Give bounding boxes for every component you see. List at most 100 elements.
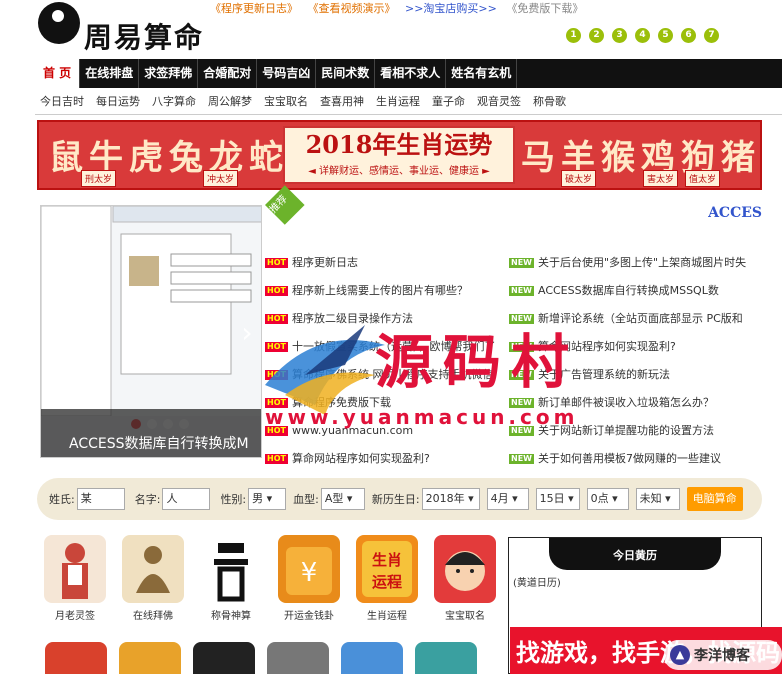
news-title: 新订单邮件被误收入垃圾箱怎么办？ xyxy=(537,396,714,409)
subnav-item[interactable]: 查喜用神 xyxy=(320,88,364,114)
news-item[interactable]: NEW 关于广告管理系统的新玩法 xyxy=(509,361,753,389)
news-item[interactable]: NEW 算命网站程序如何实现盈利? xyxy=(509,333,753,361)
surname-input[interactable]: 某 xyxy=(76,488,125,510)
news-item[interactable]: NEW 关于如何善用模板7做网赚的一些建议 xyxy=(509,445,753,473)
app-icon-partial[interactable] xyxy=(45,642,107,674)
news-title: 十一放假宣买系统（运营），欧博帮我们了 xyxy=(291,340,496,353)
subnav-item[interactable]: 周公解梦 xyxy=(208,88,252,114)
new-badge: NEW xyxy=(509,314,534,324)
news-item[interactable]: HOT 程序更新日志 xyxy=(265,249,509,277)
subnav-item[interactable]: 宝宝取名 xyxy=(264,88,308,114)
unknown-select[interactable]: 未知 ▾ xyxy=(635,488,680,510)
number-dot[interactable]: 2 xyxy=(589,28,604,43)
subnav-item[interactable]: 称骨歌 xyxy=(533,88,566,114)
app-pray[interactable]: 在线拜佛 xyxy=(120,535,186,622)
subnav-item[interactable]: 童子命 xyxy=(432,88,465,114)
nav-item-prayer[interactable]: 求签拜佛 xyxy=(139,59,199,88)
banner-tag: 值太岁 xyxy=(685,170,721,187)
subnav-item[interactable]: 观音灵签 xyxy=(477,88,521,114)
news-item[interactable]: NEW 关于网站新订单提醒功能的设置方法 xyxy=(509,417,753,445)
slider-prev-button[interactable]: ‹ xyxy=(45,316,65,350)
app-bone-weight[interactable]: 称骨神算 xyxy=(198,535,264,622)
nav-item-online-chart[interactable]: 在线排盘 xyxy=(80,59,140,88)
news-item[interactable]: HOT 算命网站程序如何实现盈利? xyxy=(265,445,509,473)
slider-caption[interactable]: ACCESS数据库自行转换成M xyxy=(41,409,261,457)
logo-text: 周易算命 xyxy=(84,21,205,54)
blog-name: 李洋博客 xyxy=(694,648,750,664)
app-icon-partial[interactable] xyxy=(193,642,255,674)
news-panel: 推荐 ACCES HOT 程序更新日志 HOT 程序新上线需要上传的图片有哪些？ H… xyxy=(265,185,762,465)
news-item[interactable]: HOT www.yuanmacun.com xyxy=(265,417,509,445)
news-title: 关于广告管理系统的新玩法 xyxy=(537,368,670,381)
month-select[interactable]: 4月 ▾ xyxy=(486,488,529,510)
subnav-item[interactable]: 八字算命 xyxy=(152,88,196,114)
news-item[interactable]: NEW 新增评论系统（全站页面底部显示 PC版和 xyxy=(509,305,753,333)
app-coin-divination[interactable]: ¥ 开运金钱卦 xyxy=(276,535,342,622)
number-dot[interactable]: 4 xyxy=(635,28,650,43)
svg-text:生肖: 生肖 xyxy=(372,551,402,569)
news-item[interactable]: NEW 关于后台使用"多图上传"上架商城图片时失 xyxy=(509,249,753,277)
subnav-item[interactable]: 生肖运程 xyxy=(376,88,420,114)
app-baby-name[interactable]: 宝宝取名 xyxy=(432,535,498,622)
news-item[interactable]: NEW ACCESS数据库自行转换成MSSQL数 xyxy=(509,277,753,305)
app-icon-partial[interactable] xyxy=(267,642,329,674)
number-dot[interactable]: 7 xyxy=(704,28,719,43)
top-links: 《程序更新日志》 《查看视频演示》 >>淘宝店购买>> 《免费版下载》 xyxy=(210,0,589,16)
name-input[interactable]: 人 xyxy=(162,488,211,510)
news-item[interactable]: HOT 程序新上线需要上传的图片有哪些？ xyxy=(265,277,509,305)
nav-item-face-reading[interactable]: 看相不求人 xyxy=(375,59,447,88)
ribbon-label: 推荐 xyxy=(267,193,290,216)
year-select[interactable]: 2018年 ▾ xyxy=(421,488,480,510)
buddha-icon xyxy=(122,535,184,603)
number-dot[interactable]: 1 xyxy=(566,28,581,43)
number-dot[interactable]: 3 xyxy=(612,28,627,43)
news-item[interactable]: HOT 算命程序佛系统 网页小程序支持手机微信 xyxy=(265,361,509,389)
news-item[interactable]: HOT 算命程序免费版下载 xyxy=(265,389,509,417)
site-logo[interactable]: 周易算命 xyxy=(38,2,208,54)
slider-next-button[interactable]: › xyxy=(237,316,257,350)
svg-text:运程: 运程 xyxy=(372,573,402,591)
nav-item-number-luck[interactable]: 号码吉凶 xyxy=(257,59,317,88)
new-badge: NEW xyxy=(509,342,534,352)
hour-select[interactable]: 0点 ▾ xyxy=(586,488,629,510)
almanac-text: (黄道日历) xyxy=(513,578,561,589)
nav-item-folk-arts[interactable]: 民间术数 xyxy=(316,59,376,88)
nav-item-marriage-match[interactable]: 合婚配对 xyxy=(198,59,258,88)
nav-item-name-analysis[interactable]: 姓名有玄机 xyxy=(446,59,518,88)
zodiac-banner[interactable]: 鼠牛虎兔龙蛇 2018年生肖运势 ◄ 详解财运、感情运、事业运、健康运 ► 马羊… xyxy=(37,120,762,190)
news-item[interactable]: HOT 十一放假宣买系统（运营），欧博帮我们了 xyxy=(265,333,509,361)
top-link-video-demo[interactable]: 《查看视频演示》 xyxy=(308,2,396,15)
gender-select[interactable]: 男 ▾ xyxy=(248,488,287,510)
blog-badge[interactable]: ▲ 李洋博客 xyxy=(664,640,782,670)
new-badge: NEW xyxy=(509,258,534,268)
news-title: 算命网站程序如何实现盈利? xyxy=(291,452,430,465)
top-link-free-download[interactable]: 《免费版下载》 xyxy=(506,2,583,15)
news-title: ACCESS数据库自行转换成MSSQL数 xyxy=(537,284,719,297)
app-icon-partial[interactable] xyxy=(341,642,403,674)
number-dot[interactable]: 5 xyxy=(658,28,673,43)
app-label: 月老灵签 xyxy=(55,611,95,622)
app-label: 开运金钱卦 xyxy=(284,611,334,622)
banner-center-box: 2018年生肖运势 ◄ 详解财运、感情运、事业运、健康运 ► xyxy=(283,126,515,184)
subnav-item[interactable]: 今日吉时 xyxy=(40,88,84,114)
calculate-button[interactable]: 电脑算命 xyxy=(686,487,743,511)
app-zodiac-fortune[interactable]: 生肖 运程 生肖运程 xyxy=(354,535,420,622)
image-slider[interactable]: ‹ › ACCESS数据库自行转换成M xyxy=(40,205,262,458)
app-matchmaker[interactable]: 月老灵签 xyxy=(42,535,108,622)
subnav-item[interactable]: 每日运势 xyxy=(96,88,140,114)
news-top-title[interactable]: ACCES xyxy=(708,205,762,221)
app-icon-partial[interactable] xyxy=(119,642,181,674)
top-link-taobao[interactable]: >>淘宝店购买>> xyxy=(405,2,497,15)
day-select[interactable]: 15日 ▾ xyxy=(535,488,580,510)
news-item[interactable]: HOT 程序放二级目录操作方法 xyxy=(265,305,509,333)
new-badge: NEW xyxy=(509,286,534,296)
news-title: 程序放二级目录操作方法 xyxy=(291,312,413,325)
news-item[interactable]: NEW 新订单邮件被误收入垃圾箱怎么办？ xyxy=(509,389,753,417)
blood-select[interactable]: A型 ▾ xyxy=(320,488,365,510)
hot-badge: HOT xyxy=(265,342,288,352)
yin-yang-icon xyxy=(38,2,80,44)
top-link-changelog[interactable]: 《程序更新日志》 xyxy=(210,2,298,15)
app-icon-partial[interactable] xyxy=(415,642,477,674)
nav-item-home[interactable]: 首 页 xyxy=(35,59,81,88)
number-dot[interactable]: 6 xyxy=(681,28,696,43)
